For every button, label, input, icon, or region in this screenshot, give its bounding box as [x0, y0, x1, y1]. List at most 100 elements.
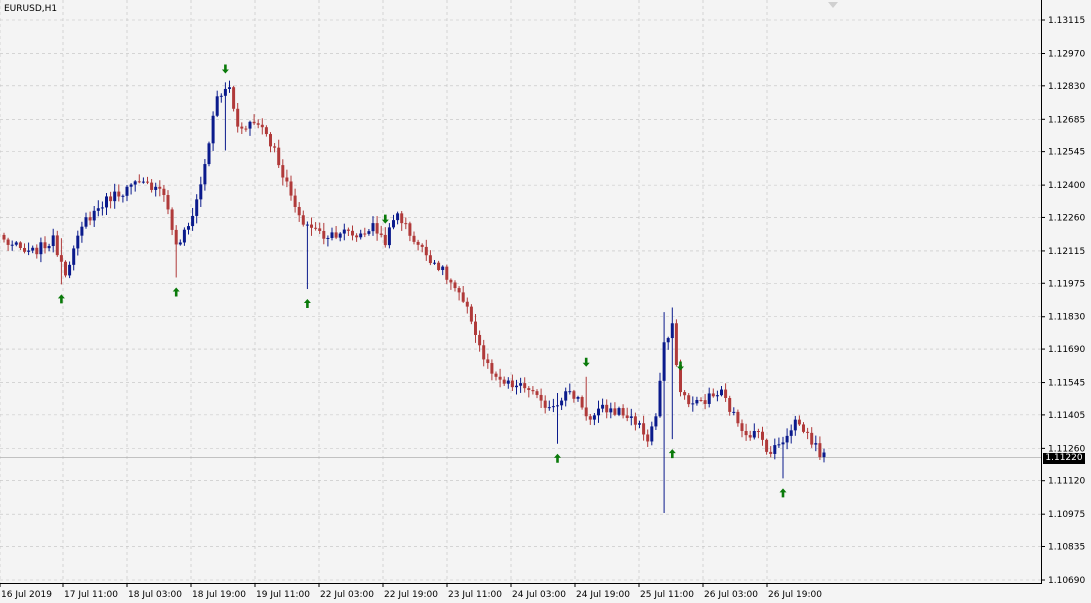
candle-body [318, 228, 322, 231]
candle-body [310, 224, 313, 228]
candle-body [178, 242, 182, 245]
candle-body [264, 127, 268, 135]
candle-body [158, 186, 162, 189]
y-tick-label: 1.12970 [1048, 49, 1085, 59]
candle-body [125, 186, 129, 196]
fractal-up-arrow [57, 294, 65, 304]
candle-body [199, 184, 203, 200]
candle-body [166, 195, 170, 210]
candle-body [408, 223, 412, 236]
candle-body [797, 419, 801, 425]
candle-body [457, 288, 461, 293]
candle-body [662, 342, 666, 381]
candle-body [625, 415, 629, 418]
candle-body [568, 391, 572, 393]
candle-body [228, 87, 231, 89]
candle-body [629, 416, 633, 418]
candle-body [617, 408, 621, 415]
candle-body [461, 292, 465, 302]
candle-body [416, 241, 420, 245]
candle-body [240, 126, 244, 129]
candle-body [535, 391, 539, 395]
candle-body [437, 262, 441, 271]
candle-body [502, 379, 506, 384]
candle-body [232, 87, 236, 109]
candle-body [498, 376, 502, 380]
candle-body [588, 416, 592, 420]
candle-body [527, 388, 531, 391]
candle-body [646, 434, 650, 442]
y-tick-label: 1.12260 [1048, 213, 1085, 223]
x-tick-label: 16 Jul 2019 [1, 590, 52, 600]
candle-body [141, 181, 145, 183]
candle-body [146, 181, 149, 183]
candle-body [428, 255, 432, 264]
candle-body [486, 359, 490, 364]
candle-body [359, 233, 363, 238]
candle-body [363, 233, 367, 235]
fractal-up-arrow [779, 488, 787, 498]
candle-body [31, 247, 35, 251]
candle-body [133, 181, 137, 185]
current-price-tag: 1.11220 [1043, 453, 1085, 464]
candle-body [785, 435, 789, 443]
candle-body [531, 390, 535, 392]
candle-body [806, 431, 810, 433]
candle-body [765, 439, 769, 452]
candle-body [236, 108, 240, 127]
chart-window[interactable]: 1.13115 1.12970 1.12830 1.12685 1.12545 1.124… [0, 0, 1091, 603]
y-tick-label: 1.12545 [1048, 148, 1085, 158]
candle-body [219, 95, 223, 97]
candle-body [64, 261, 67, 276]
candle-body [2, 234, 6, 240]
candle-body [642, 423, 646, 435]
candle-body [55, 235, 59, 256]
candle-body [633, 416, 637, 425]
fractal-down-arrow [677, 361, 684, 371]
candle-body [293, 195, 297, 207]
candle-body [39, 242, 43, 255]
candle-body [818, 443, 822, 458]
candle-body [260, 124, 264, 128]
candle-body [601, 404, 605, 409]
candle-body [695, 399, 699, 404]
candle-body [793, 419, 797, 431]
candle-body [453, 282, 457, 289]
candle-body [314, 227, 318, 229]
candle-body [433, 262, 436, 264]
candle-body [371, 223, 375, 232]
y-tick-label: 1.13115 [1048, 16, 1085, 26]
candle-body [400, 213, 404, 224]
candle-body [84, 217, 88, 227]
candle-body [465, 301, 469, 307]
candle-body [605, 404, 609, 413]
candle-body [519, 383, 523, 386]
candle-body [191, 215, 195, 227]
y-tick-label: 1.12400 [1048, 181, 1085, 191]
fractal-up-arrow [303, 299, 311, 309]
candle-body [195, 199, 199, 216]
candle-body [51, 235, 55, 247]
candle-body [658, 380, 662, 417]
candle-body [392, 220, 395, 228]
candle-body [170, 209, 174, 230]
candle-body [769, 451, 773, 454]
fractal-up-arrow [668, 449, 676, 459]
candle-body [740, 423, 744, 432]
candle-body [412, 235, 416, 242]
candle-body [506, 380, 510, 384]
candle-body [375, 223, 379, 234]
candle-body [683, 392, 687, 396]
candle-body [47, 246, 51, 249]
y-tick-label: 1.12685 [1048, 115, 1085, 125]
candle-body [469, 306, 473, 322]
candle-body [223, 88, 227, 96]
candle-body [691, 403, 695, 405]
candle-body [781, 442, 785, 445]
candle-body [744, 431, 748, 436]
x-tick-label: 26 Jul 03:00 [704, 590, 758, 600]
candle-body [105, 196, 108, 208]
candle-body [707, 393, 711, 404]
candle-body [576, 397, 580, 399]
candle-body [490, 363, 494, 374]
